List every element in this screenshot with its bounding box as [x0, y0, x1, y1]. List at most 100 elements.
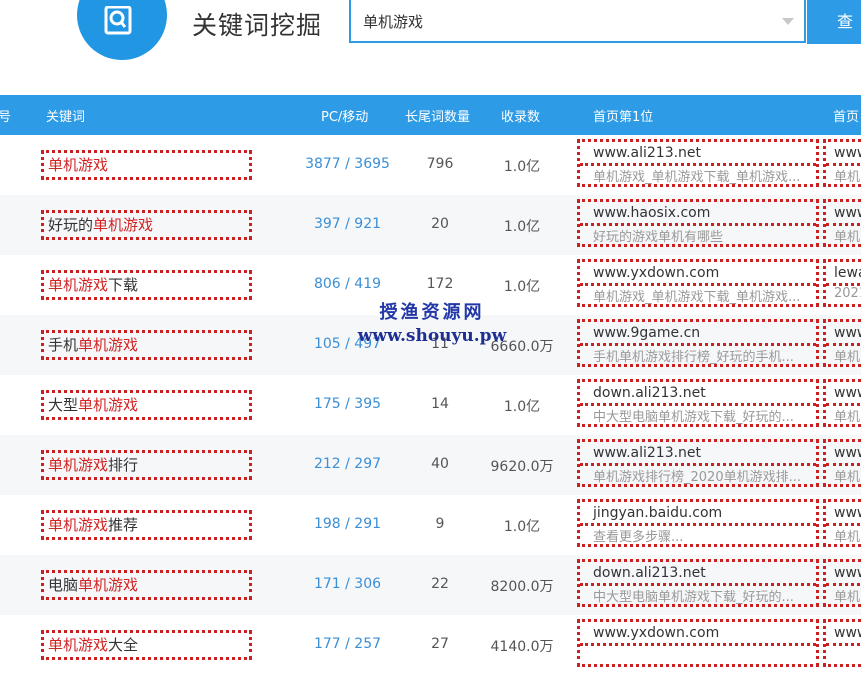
keyword-cell[interactable]: 电脑单机游戏: [41, 570, 252, 600]
rank-1-cell[interactable]: down.ali213.net 中大型电脑单机游戏下载_好玩的...: [577, 379, 819, 427]
indexed-count: 4140.0万: [490, 639, 554, 655]
longtail-count: 22: [431, 576, 449, 592]
rank-2-domain[interactable]: www: [834, 205, 861, 221]
keyword-cell[interactable]: 单机游戏: [41, 150, 252, 180]
rank-2-cell[interactable]: www 单机: [823, 439, 861, 487]
table-row: 单机游戏大全 177 / 257 27 4140.0万 www.yxdown.c…: [0, 615, 861, 675]
longtail-count: 9: [435, 516, 445, 532]
keyword-cell[interactable]: 单机游戏大全: [41, 630, 252, 660]
app-header: 关键词挖掘 查: [0, 0, 861, 95]
rank-1-cell[interactable]: www.9game.cn 手机单机游戏排行榜_好玩的手机...: [577, 319, 819, 367]
indexed-count: 9620.0万: [490, 459, 554, 475]
keyword-suffix: 排行: [108, 456, 139, 474]
keyword-highlight: 单机游戏: [78, 396, 139, 414]
rank-1-cell[interactable]: www.haosix.com 好玩的游戏单机有哪些: [577, 199, 819, 247]
rank-2-cell[interactable]: www 单机: [823, 199, 861, 247]
divider: [580, 643, 816, 646]
watermark-title: 授渔资源网: [379, 302, 485, 323]
rank-1-cell[interactable]: jingyan.baidu.com 查看更多步骤...: [577, 499, 819, 547]
rank-2-domain[interactable]: www: [834, 445, 861, 461]
rank-2-domain[interactable]: www: [834, 385, 861, 401]
watermark-url: www.shouyu.pw: [357, 326, 507, 346]
rank-2-domain[interactable]: lewa: [834, 265, 861, 281]
pc-mobile-value[interactable]: 397 / 921: [290, 216, 405, 232]
rank-2-domain[interactable]: www: [834, 505, 861, 521]
col-keyword: 关键词: [46, 110, 86, 125]
keyword-cell[interactable]: 大型单机游戏: [41, 390, 252, 420]
divider: [826, 643, 861, 646]
rank-1-cell[interactable]: down.ali213.net 中大型电脑单机游戏下载_好玩的...: [577, 559, 819, 607]
keyword-highlight: 单机游戏: [48, 456, 109, 474]
rank-2-description: 2021: [834, 286, 861, 301]
keyword-highlight: 单机游戏: [48, 156, 109, 174]
indexed-count: 1.0亿: [503, 519, 541, 535]
keyword-cell[interactable]: 好玩的单机游戏: [41, 210, 252, 240]
longtail-count: 172: [426, 276, 454, 292]
col-indexed-count: 收录数: [501, 110, 541, 125]
pc-mobile-value[interactable]: 177 / 257: [290, 636, 405, 652]
col-longtail-count: 长尾词数量: [405, 110, 471, 125]
keyword-prefix: 大型: [48, 396, 79, 414]
rank-1-description: 中大型电脑单机游戏下载_好玩的...: [593, 590, 794, 605]
rank-2-cell[interactable]: www 单机: [823, 559, 861, 607]
rank-2-domain[interactable]: www: [834, 325, 861, 341]
chevron-down-icon[interactable]: [782, 18, 794, 25]
rank-1-domain[interactable]: www.haosix.com: [593, 205, 710, 221]
pc-mobile-value[interactable]: 171 / 306: [290, 576, 405, 592]
rank-1-domain[interactable]: www.ali213.net: [593, 145, 701, 161]
rank-1-description: 单机游戏排行榜_2020单机游戏排...: [593, 470, 801, 485]
rank-2-cell[interactable]: www 单机: [823, 139, 861, 187]
pc-mobile-value[interactable]: 212 / 297: [290, 456, 405, 472]
keyword-highlight: 单机游戏: [48, 516, 109, 534]
indexed-count: 1.0亿: [503, 279, 541, 295]
rank-2-cell[interactable]: www 单机: [823, 499, 861, 547]
pc-mobile-value[interactable]: 3877 / 3695: [290, 156, 405, 172]
rank-1-domain[interactable]: down.ali213.net: [593, 565, 706, 581]
search-input[interactable]: [363, 9, 763, 33]
keyword-cell[interactable]: 单机游戏下载: [41, 270, 252, 300]
rank-2-cell[interactable]: www: [823, 619, 861, 667]
rank-1-cell[interactable]: www.ali213.net 单机游戏排行榜_2020单机游戏排...: [577, 439, 819, 487]
table-row: 好玩的单机游戏 397 / 921 20 1.0亿 www.haosix.com…: [0, 195, 861, 255]
pc-mobile-value[interactable]: 175 / 395: [290, 396, 405, 412]
pc-mobile-value[interactable]: 198 / 291: [290, 516, 405, 532]
keyword-cell[interactable]: 手机单机游戏: [41, 330, 252, 360]
table-row: 单机游戏排行 212 / 297 40 9620.0万 www.ali213.n…: [0, 435, 861, 495]
keyword-prefix: 好玩的: [48, 216, 94, 234]
rank-2-description: 单机: [834, 590, 861, 605]
indexed-count: 1.0亿: [503, 399, 541, 415]
pc-mobile-value[interactable]: 806 / 419: [290, 276, 405, 292]
search-button[interactable]: 查: [807, 0, 861, 44]
rank-1-description: 手机单机游戏排行榜_好玩的手机...: [593, 350, 794, 365]
longtail-count: 14: [431, 396, 449, 412]
rank-2-cell[interactable]: www 单机: [823, 319, 861, 367]
table-row: 大型单机游戏 175 / 395 14 1.0亿 down.ali213.net…: [0, 375, 861, 435]
rank-2-domain[interactable]: www: [834, 145, 861, 161]
rank-1-cell[interactable]: www.yxdown.com 单机游戏_单机游戏下载_单机游戏...: [577, 259, 819, 307]
rank-1-domain[interactable]: jingyan.baidu.com: [593, 505, 722, 521]
rank-2-cell[interactable]: www 单机: [823, 379, 861, 427]
rank-1-domain[interactable]: www.yxdown.com: [593, 625, 719, 641]
rank-1-domain[interactable]: www.ali213.net: [593, 445, 701, 461]
rank-1-cell[interactable]: www.yxdown.com: [577, 619, 819, 667]
rank-2-domain[interactable]: www: [834, 625, 861, 641]
rank-1-description: 单机游戏_单机游戏下载_单机游戏...: [593, 290, 801, 305]
longtail-count: 20: [431, 216, 449, 232]
watermark: 授渔资源网 www.shouyu.pw: [352, 298, 512, 346]
rank-1-description: 中大型电脑单机游戏下载_好玩的...: [593, 410, 794, 425]
rank-2-cell[interactable]: lewa 2021: [823, 259, 861, 307]
indexed-count: 1.0亿: [503, 219, 541, 235]
keyword-cell[interactable]: 单机游戏排行: [41, 450, 252, 480]
rank-1-domain[interactable]: www.9game.cn: [593, 325, 700, 341]
rank-1-domain[interactable]: down.ali213.net: [593, 385, 706, 401]
keyword-highlight: 单机游戏: [48, 276, 109, 294]
rank-1-cell[interactable]: www.ali213.net 单机游戏_单机游戏下载_单机游戏...: [577, 139, 819, 187]
indexed-count: 1.0亿: [503, 159, 541, 175]
rank-2-domain[interactable]: www: [834, 565, 861, 581]
keyword-cell[interactable]: 单机游戏推荐: [41, 510, 252, 540]
rank-2-description: 单机: [834, 470, 861, 485]
rank-2-description: 单机: [834, 350, 861, 365]
keyword-suffix: 大全: [108, 636, 139, 654]
search-box[interactable]: [349, 0, 806, 43]
rank-1-domain[interactable]: www.yxdown.com: [593, 265, 719, 281]
